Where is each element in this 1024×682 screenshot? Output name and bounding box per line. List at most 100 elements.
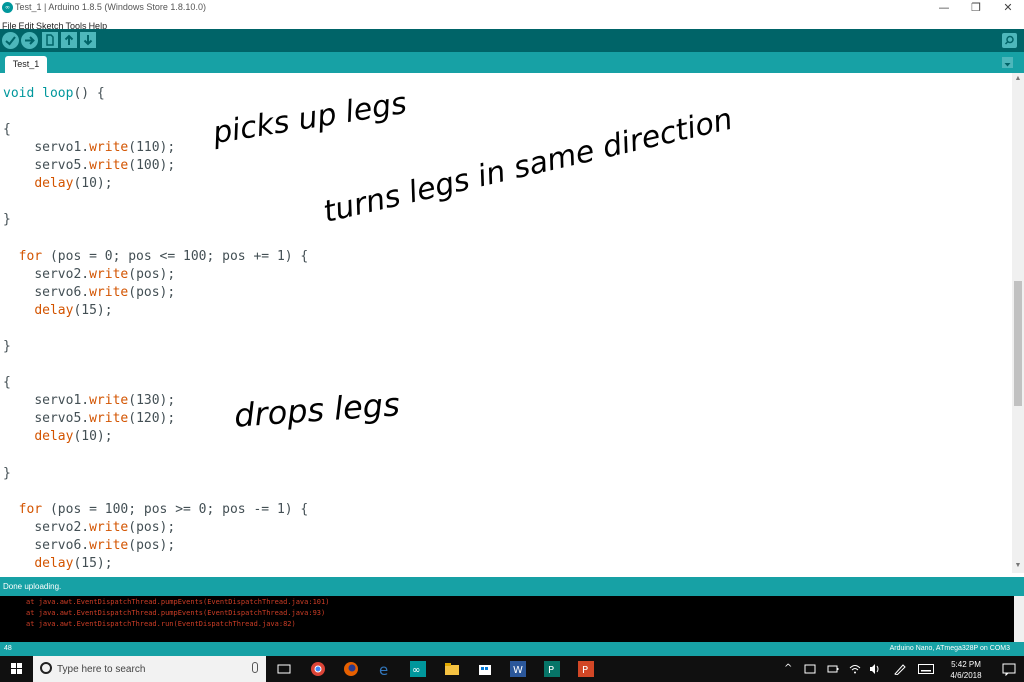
code-text: (120); — [128, 411, 176, 426]
code-line: delay(10); — [3, 429, 113, 445]
code-line: } — [3, 466, 11, 482]
verify-button[interactable] — [2, 32, 19, 49]
code-text: (110); — [128, 140, 176, 155]
keyword-for: for — [18, 502, 43, 517]
volume-icon[interactable] — [869, 663, 881, 675]
code-text: servo2. — [34, 520, 90, 535]
code-text: (pos = 0; pos <= 100; pos += 1) { — [42, 249, 309, 264]
arduino-icon[interactable]: ∞ — [410, 661, 426, 677]
code-line: servo5.write(100); — [3, 158, 175, 174]
console-line: at java.awt.EventDispatchThread.pumpEven… — [26, 598, 330, 606]
task-view-icon[interactable] — [276, 661, 292, 677]
firefox-icon[interactable] — [343, 661, 359, 677]
scroll-down-icon[interactable]: ▼ — [1012, 562, 1024, 569]
status-message: Done uploading. — [3, 582, 62, 591]
code-line: delay(15); — [3, 303, 112, 319]
keyboard-icon[interactable] — [918, 664, 934, 674]
code-text: servo5. — [34, 411, 90, 426]
code-text: (15); — [73, 556, 113, 571]
new-sketch-button[interactable] — [42, 32, 58, 48]
edge-icon[interactable]: e — [377, 661, 393, 677]
code-line: servo1.write(130); — [3, 393, 175, 409]
code-text: } — [3, 339, 11, 354]
keyword-loop: loop — [42, 86, 74, 101]
code-text: } — [3, 466, 11, 481]
arduino-logo-icon: ∞ — [2, 2, 13, 13]
code-text: servo6. — [34, 538, 90, 553]
arrow-right-icon — [25, 36, 35, 45]
code-line: for (pos = 100; pos >= 0; pos -= 1) { — [3, 502, 309, 518]
windows-taskbar: Type here to search e ∞ W P P ^ 5:42 PM … — [0, 656, 1024, 682]
code-text: servo6. — [34, 285, 90, 300]
restore-button[interactable]: ❐ — [961, 0, 991, 16]
code-function: write — [89, 158, 129, 173]
chevron-up-icon[interactable]: ^ — [784, 663, 792, 674]
wifi-icon[interactable] — [849, 663, 861, 675]
windows-logo-icon — [11, 663, 22, 674]
console-output[interactable]: at java.awt.EventDispatchThread.pumpEven… — [0, 596, 1014, 642]
minimize-button[interactable]: — — [929, 0, 959, 16]
scroll-up-icon[interactable]: ▲ — [1012, 75, 1024, 82]
close-button[interactable]: ✕ — [993, 0, 1023, 16]
code-line: delay(10); — [3, 176, 112, 192]
publisher-icon[interactable]: P — [544, 661, 560, 677]
menu-bar: File Edit Sketch Tools Help — [0, 16, 1024, 31]
notifications-icon[interactable] — [1002, 662, 1016, 676]
code-function: write — [89, 520, 129, 535]
code-text: { — [3, 122, 11, 137]
save-sketch-button[interactable] — [80, 32, 96, 48]
clock-date: 4/6/2018 — [950, 671, 982, 680]
taskbar-clock[interactable]: 5:42 PM 4/6/2018 — [940, 659, 992, 681]
code-function: delay — [34, 429, 74, 444]
svg-text:W: W — [513, 665, 523, 676]
pen-workspace-icon[interactable] — [893, 663, 907, 675]
code-line: servo6.write(pos); — [3, 538, 175, 554]
code-line: servo2.write(pos); — [3, 520, 175, 536]
start-button[interactable] — [0, 656, 33, 682]
microphone-icon[interactable] — [252, 662, 258, 673]
taskbar-search-box[interactable]: Type here to search — [33, 656, 266, 682]
store-icon[interactable] — [477, 661, 493, 677]
code-line: servo5.write(120); — [3, 411, 175, 427]
code-line: delay(15); — [3, 556, 113, 572]
window-title: Test_1 | Arduino 1.8.5 (Windows Store 1.… — [15, 2, 206, 12]
code-function: write — [89, 285, 129, 300]
keyword-for: for — [18, 249, 43, 264]
chrome-icon[interactable] — [310, 661, 326, 677]
editor-vertical-scrollbar[interactable]: ▲ ▼ — [1012, 73, 1024, 573]
powerpoint-icon[interactable]: P — [578, 661, 594, 677]
code-function: write — [89, 411, 129, 426]
serial-monitor-button[interactable] — [1002, 33, 1017, 48]
action-center-tablet-icon[interactable] — [804, 663, 816, 675]
line-number: 48 — [4, 645, 12, 652]
open-sketch-button[interactable] — [61, 32, 77, 48]
window-titlebar: ∞ Test_1 | Arduino 1.8.5 (Windows Store … — [0, 0, 1024, 16]
upload-button[interactable] — [21, 32, 38, 49]
file-explorer-icon[interactable] — [444, 661, 460, 677]
battery-icon[interactable] — [827, 663, 839, 675]
console-scrollbar[interactable] — [1014, 596, 1024, 642]
chevron-down-icon — [1004, 63, 1011, 67]
code-text: (pos = 100; pos >= 0; pos -= 1) { — [42, 502, 309, 517]
tab-menu-button[interactable] — [1002, 57, 1013, 68]
svg-text:e: e — [379, 661, 388, 677]
code-text: (10); — [73, 429, 113, 444]
code-line: { — [3, 375, 11, 391]
code-line: } — [3, 212, 11, 228]
svg-text:P: P — [548, 665, 554, 676]
code-function: write — [89, 393, 129, 408]
scrollbar-thumb[interactable] — [1014, 281, 1022, 406]
arrow-down-icon — [83, 35, 93, 46]
board-info-bar: 48 Arduino Nano, ATmega328P on COM3 — [0, 642, 1024, 656]
code-text: (pos); — [128, 267, 176, 282]
code-text: (pos); — [128, 285, 176, 300]
tab-test-1[interactable]: Test_1 — [5, 56, 47, 73]
code-editor[interactable]: void loop() { { servo1.write(110); servo… — [0, 73, 1012, 573]
word-icon[interactable]: W — [510, 661, 526, 677]
keyword-void: void — [3, 86, 35, 101]
code-text: { — [3, 375, 11, 390]
code-function: write — [89, 267, 129, 282]
code-line: for (pos = 0; pos <= 100; pos += 1) { — [3, 249, 309, 265]
clock-time: 5:42 PM — [951, 660, 981, 669]
code-text: servo1. — [34, 140, 90, 155]
